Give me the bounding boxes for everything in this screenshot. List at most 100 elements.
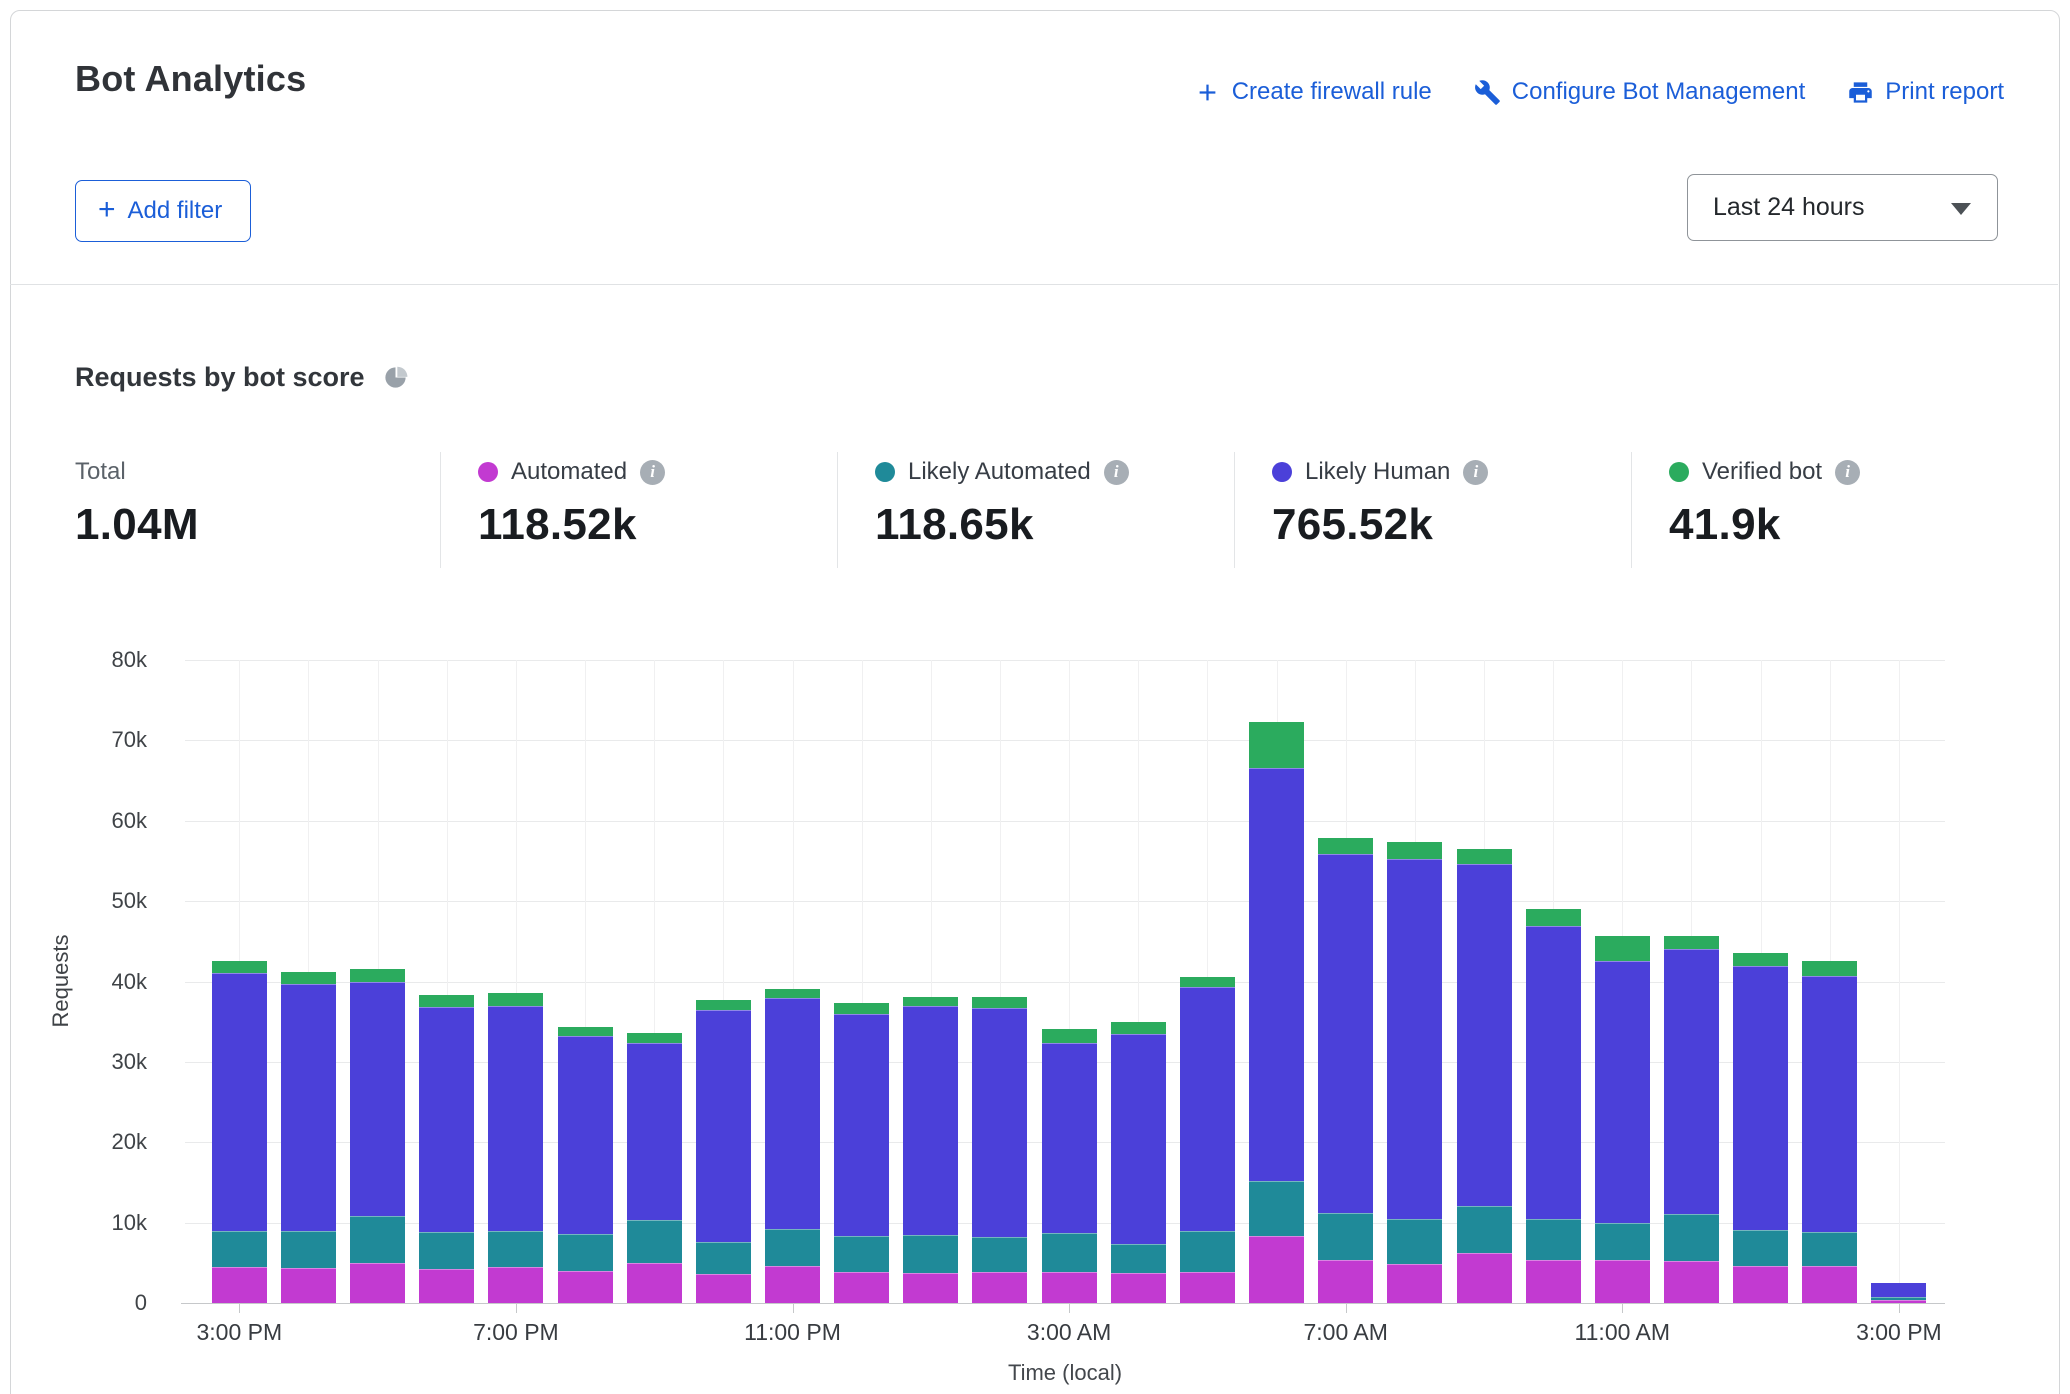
configure-bot-management-label: Configure Bot Management	[1512, 78, 1806, 106]
chart-bar[interactable]	[1457, 849, 1512, 1303]
h-gridline	[185, 821, 1945, 822]
plus-icon: +	[98, 195, 116, 225]
chart-bar[interactable]	[488, 993, 543, 1303]
bar-segment-likely-automated	[350, 1216, 405, 1263]
stat-likely-automated-label: Likely Automated	[908, 458, 1091, 486]
x-tick-mark	[516, 1304, 517, 1313]
chart-bar[interactable]	[1042, 1029, 1097, 1303]
stat-automated-value: 118.52k	[478, 500, 665, 550]
stat-divider	[837, 452, 838, 568]
wrench-icon	[1474, 79, 1501, 106]
chart-bar[interactable]	[972, 997, 1027, 1303]
chart-bar[interactable]	[1526, 909, 1581, 1303]
automated-dot-icon	[478, 462, 498, 482]
bar-segment-verified-bot	[1318, 838, 1373, 854]
bar-segment-automated	[1733, 1266, 1788, 1303]
bar-segment-verified-bot	[1526, 909, 1581, 926]
print-report-link[interactable]: Print report	[1847, 78, 2004, 106]
section-title: Requests by bot score	[75, 362, 365, 393]
chart-bar[interactable]	[696, 1000, 751, 1303]
bar-segment-likely-automated	[1664, 1214, 1719, 1261]
bar-segment-likely-automated	[834, 1236, 889, 1271]
info-icon[interactable]: i	[640, 460, 665, 485]
bar-segment-verified-bot	[281, 972, 336, 984]
bar-segment-verified-bot	[627, 1033, 682, 1043]
verified-bot-dot-icon	[1669, 462, 1689, 482]
bar-segment-verified-bot	[1387, 842, 1442, 858]
y-tick-label: 60k	[35, 808, 147, 834]
stat-likely-human-label: Likely Human	[1305, 458, 1450, 486]
chart-bar[interactable]	[558, 1027, 613, 1303]
bar-segment-automated	[212, 1267, 267, 1303]
chart-bar[interactable]	[1595, 936, 1650, 1303]
chart-bar[interactable]	[1733, 953, 1788, 1303]
chart-bar[interactable]	[281, 972, 336, 1303]
bar-segment-verified-bot	[350, 969, 405, 983]
chart-bar[interactable]	[212, 961, 267, 1303]
create-firewall-rule-link[interactable]: Create firewall rule	[1194, 78, 1432, 106]
chart-bar[interactable]	[1180, 977, 1235, 1303]
x-axis-line	[181, 1303, 1945, 1304]
bar-segment-likely-automated	[1387, 1219, 1442, 1263]
chart-bar[interactable]	[834, 1003, 889, 1303]
y-tick-label: 70k	[35, 727, 147, 753]
chart-bar[interactable]	[419, 995, 474, 1303]
y-tick-label: 50k	[35, 888, 147, 914]
x-tick-mark	[1622, 1304, 1623, 1313]
chart-bar[interactable]	[627, 1033, 682, 1303]
bar-segment-verified-bot	[1180, 977, 1235, 987]
y-tick-label: 30k	[35, 1049, 147, 1075]
chart-bar[interactable]	[1387, 842, 1442, 1303]
bar-segment-likely-automated	[419, 1232, 474, 1269]
requests-by-bot-score-chart: Requests Time (local) 010k20k30k40k50k60…	[185, 660, 1945, 1303]
bar-segment-verified-bot	[1595, 936, 1650, 961]
add-filter-button[interactable]: + Add filter	[75, 180, 251, 242]
info-icon[interactable]: i	[1104, 460, 1129, 485]
x-tick-mark	[1899, 1304, 1900, 1313]
bar-segment-likely-automated	[1733, 1230, 1788, 1266]
bar-segment-likely-automated	[1595, 1223, 1650, 1261]
bar-segment-verified-bot	[212, 961, 267, 972]
chart-bar[interactable]	[1249, 722, 1304, 1303]
likely-automated-dot-icon	[875, 462, 895, 482]
v-gridline	[1899, 660, 1900, 1303]
chart-bar[interactable]	[350, 969, 405, 1303]
info-icon[interactable]: i	[1463, 460, 1488, 485]
chart-bar[interactable]	[1111, 1022, 1166, 1303]
bar-segment-automated	[419, 1269, 474, 1303]
bar-segment-verified-bot	[419, 995, 474, 1007]
x-tick-label: 11:00 PM	[744, 1319, 841, 1346]
stat-automated: Automated i 118.52k	[478, 456, 665, 550]
time-range-select[interactable]: Last 24 hours	[1687, 174, 1998, 241]
bar-segment-likely-human	[1387, 859, 1442, 1220]
plus-icon	[1194, 79, 1221, 106]
bar-segment-automated	[1042, 1272, 1097, 1303]
bar-segment-likely-human	[1871, 1283, 1926, 1297]
stat-likely-human: Likely Human i 765.52k	[1272, 456, 1488, 550]
bar-segment-verified-bot	[696, 1000, 751, 1010]
configure-bot-management-link[interactable]: Configure Bot Management	[1474, 78, 1806, 106]
x-tick-label: 11:00 AM	[1575, 1319, 1670, 1346]
chart-bar[interactable]	[1664, 936, 1719, 1303]
chart-bar[interactable]	[765, 989, 820, 1303]
bar-segment-verified-bot	[1664, 936, 1719, 949]
bar-segment-automated	[1111, 1273, 1166, 1303]
stat-likely-human-value: 765.52k	[1272, 500, 1488, 550]
bar-segment-likely-human	[1595, 961, 1650, 1222]
bar-segment-automated	[1526, 1260, 1581, 1303]
chart-bar[interactable]	[1871, 1283, 1926, 1303]
bar-segment-likely-automated	[1318, 1213, 1373, 1260]
chart-bar[interactable]	[1318, 838, 1373, 1303]
bar-segment-automated	[488, 1267, 543, 1303]
info-icon[interactable]: i	[1835, 460, 1860, 485]
chart-bar[interactable]	[903, 997, 958, 1303]
h-gridline	[185, 740, 1945, 741]
bar-segment-automated	[903, 1273, 958, 1303]
chart-bar[interactable]	[1802, 961, 1857, 1303]
bar-segment-likely-automated	[696, 1242, 751, 1274]
bar-segment-likely-automated	[488, 1231, 543, 1267]
stat-total-value: 1.04M	[75, 500, 199, 550]
x-tick-label: 3:00 PM	[1856, 1319, 1942, 1346]
print-report-label: Print report	[1885, 78, 2004, 106]
bar-segment-likely-automated	[558, 1234, 613, 1271]
